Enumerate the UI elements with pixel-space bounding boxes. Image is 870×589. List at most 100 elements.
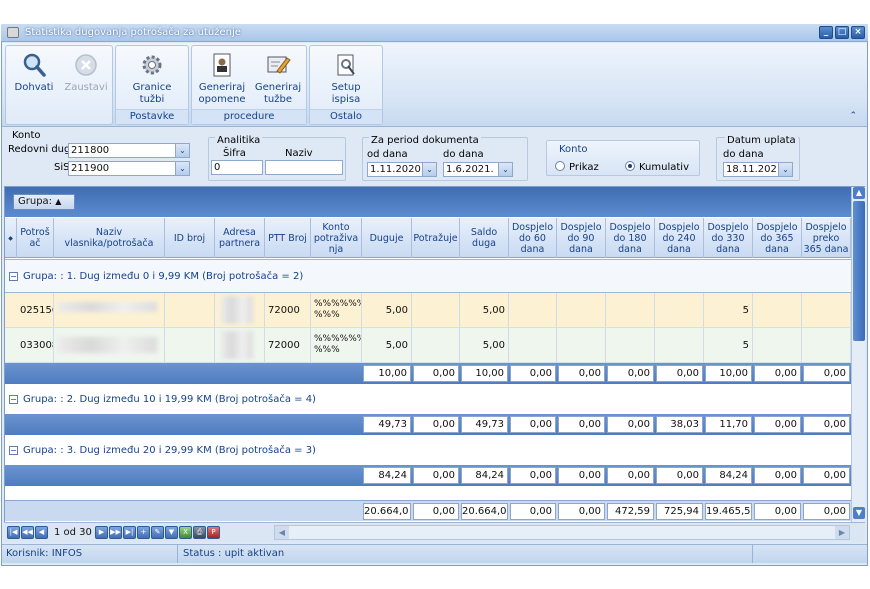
total-cell: 0,00 [510, 365, 556, 382]
scroll-left-icon[interactable]: ◀ [275, 526, 289, 539]
maximize-button[interactable]: □ [835, 26, 849, 39]
setup-ispisa-button[interactable]: Setup ispisa [320, 50, 372, 106]
column-header[interactable]: PTT Broj [265, 218, 311, 258]
group-by-tag[interactable]: Grupa: ▲ [13, 194, 75, 210]
table-cell: 5,00 [460, 293, 509, 327]
redovni-dug-value: 211800 [71, 145, 110, 156]
last-page-icon[interactable]: ▶| [123, 526, 136, 539]
granice-tuzbi-button[interactable]: Granice tužbi [126, 50, 178, 106]
expand-collapse-icon[interactable]: − [9, 271, 18, 281]
chevron-down-icon[interactable]: ⌄ [778, 163, 792, 176]
expand-collapse-icon[interactable]: − [9, 394, 18, 404]
sis-value: 211900 [71, 163, 110, 174]
chevron-down-icon[interactable]: ⌄ [422, 163, 436, 176]
add-record-icon[interactable]: + [137, 526, 150, 539]
total-cell: 0,00 [656, 467, 703, 484]
total-cell: 0,00 [803, 467, 850, 484]
chevron-down-icon[interactable]: ⌄ [498, 163, 512, 176]
filter-panel: Konto Redovni dug 211800 ⌄ SiS 211900 ⌄ An… [2, 128, 867, 184]
close-button[interactable]: × [851, 26, 865, 39]
period-box: Za period dokumenta od dana do dana 1.11… [362, 135, 528, 181]
scroll-down-icon[interactable]: ▼ [853, 507, 865, 519]
column-header[interactable]: Potražuje [412, 218, 460, 258]
column-header[interactable]: ID broj [165, 218, 215, 258]
column-header[interactable]: Dospjelo do 330 dana [704, 218, 753, 258]
prikaz-radio[interactable]: Prikaz [555, 161, 599, 173]
table-cell: 5 [704, 293, 753, 327]
scroll-thumb[interactable] [853, 201, 865, 341]
od-dana-datepicker[interactable]: 1.11.2020. ⌄ [367, 162, 437, 177]
column-header[interactable]: Dospjelo do 240 dana [655, 218, 704, 258]
next-page-icon[interactable]: ▶▶ [109, 526, 122, 539]
do-dana-label: do dana [443, 149, 484, 160]
do-dana-datepicker[interactable]: 1.6.2021. ⌄ [443, 162, 513, 177]
datum-uplata-title: Datum uplata [725, 135, 798, 146]
group-row[interactable]: − Grupa: : 2. Dug između 10 i 19,99 KM (B… [5, 384, 851, 414]
status-user: Korisnik: INFOS [6, 548, 83, 559]
sis-combo[interactable]: 211900 ⌄ [68, 161, 190, 176]
total-cell: 0,00 [413, 416, 459, 433]
column-header[interactable]: Dospjelo do 365 dana [753, 218, 802, 258]
zaustavi-button[interactable]: Zaustavi [60, 50, 112, 94]
total-cell: 84,24 [363, 467, 411, 484]
prev-page-icon[interactable]: ◀◀ [21, 526, 34, 539]
column-header[interactable]: Dospjelo do 60 dana [509, 218, 557, 258]
filter-icon[interactable]: ▼ [165, 526, 178, 539]
column-header[interactable]: Dospjelo do 90 dana [557, 218, 606, 258]
ribbon-collapse-icon[interactable]: ⌃ [849, 111, 857, 121]
scroll-right-icon[interactable]: ▶ [835, 526, 849, 539]
dohvati-button[interactable]: Dohvati [8, 50, 60, 94]
minimize-button[interactable]: _ [819, 26, 833, 39]
total-cell: 0,00 [558, 416, 605, 433]
grand-total-cell: 20.664,0 [363, 503, 411, 520]
total-cell: 10,00 [363, 365, 411, 382]
ribbon-group-label-procedure: procedure [192, 109, 306, 124]
kumulativ-radio[interactable]: Kumulativ [625, 161, 689, 173]
group-row[interactable]: − Grupa: : 3. Dug između 20 i 29,99 KM (B… [5, 435, 851, 465]
first-page-icon[interactable]: |◀ [7, 526, 20, 539]
column-header[interactable]: Saldo duga [460, 218, 509, 258]
uplata-do-dana-label: do dana [723, 149, 764, 160]
sifra-input[interactable]: 0 [211, 160, 263, 175]
print-icon[interactable]: ⎙ [193, 526, 206, 539]
column-header[interactable]: Potroš ač [17, 218, 54, 258]
horizontal-scrollbar[interactable]: ◀ ▶ [274, 525, 850, 540]
vertical-scrollbar[interactable]: ▲ ▼ [851, 187, 865, 522]
table-row[interactable]: 03300872000%%%%%% %%%5,005,005 [5, 328, 851, 363]
prev-record-icon[interactable]: ◀ [35, 526, 48, 539]
total-cell: 0,00 [803, 365, 850, 382]
edit-record-icon[interactable]: ✎ [151, 526, 164, 539]
naziv-input[interactable] [265, 160, 343, 175]
expand-collapse-icon[interactable]: − [9, 445, 18, 455]
column-header[interactable]: Naziv vlasnika/potrošača [54, 218, 165, 258]
table-cell [509, 328, 557, 362]
grand-total-cell: 0,00 [558, 503, 605, 520]
prikaz-label: Prikaz [569, 162, 599, 173]
table-row[interactable]: 02515672000%%%%%% %%%5,005,005 [5, 293, 851, 328]
export-pdf-icon[interactable]: P [207, 526, 220, 539]
column-header[interactable]: Konto potraživa nja [311, 218, 362, 258]
generiraj-tuzbe-button[interactable]: Generiraj tužbe [252, 50, 304, 106]
table-cell: %%%%%% %%% [311, 328, 362, 362]
group-row[interactable]: − Grupa: : 1. Dug između 0 i 9,99 KM (Bro… [5, 259, 851, 293]
column-header[interactable]: Duguje [362, 218, 412, 258]
next-record-icon[interactable]: ▶ [95, 526, 108, 539]
column-header[interactable]: Dospjelo preko 365 dana [802, 218, 851, 258]
period-title: Za period dokumenta [369, 135, 481, 146]
table-cell [655, 328, 704, 362]
od-dana-label: od dana [367, 149, 408, 160]
chevron-down-icon[interactable]: ⌄ [175, 144, 189, 157]
group-label: Grupa: : 2. Dug između 10 i 19,99 KM (Br… [23, 393, 316, 405]
chevron-down-icon[interactable]: ⌄ [175, 162, 189, 175]
redovni-dug-combo[interactable]: 211800 ⌄ [68, 143, 190, 158]
table-cell: 5,00 [362, 328, 412, 362]
scroll-up-icon[interactable]: ▲ [853, 187, 865, 199]
table-cell [606, 328, 655, 362]
table-cell: 033008 [17, 328, 54, 362]
uplata-datepicker[interactable]: 18.11.2021. ⌄ [723, 162, 793, 177]
export-excel-icon[interactable]: X [179, 526, 192, 539]
generiraj-opomene-button[interactable]: Generiraj opomene [196, 50, 248, 106]
table-cell [655, 293, 704, 327]
column-header[interactable]: Adresa partnera [215, 218, 265, 258]
column-header[interactable]: Dospjelo do 180 dana [606, 218, 655, 258]
